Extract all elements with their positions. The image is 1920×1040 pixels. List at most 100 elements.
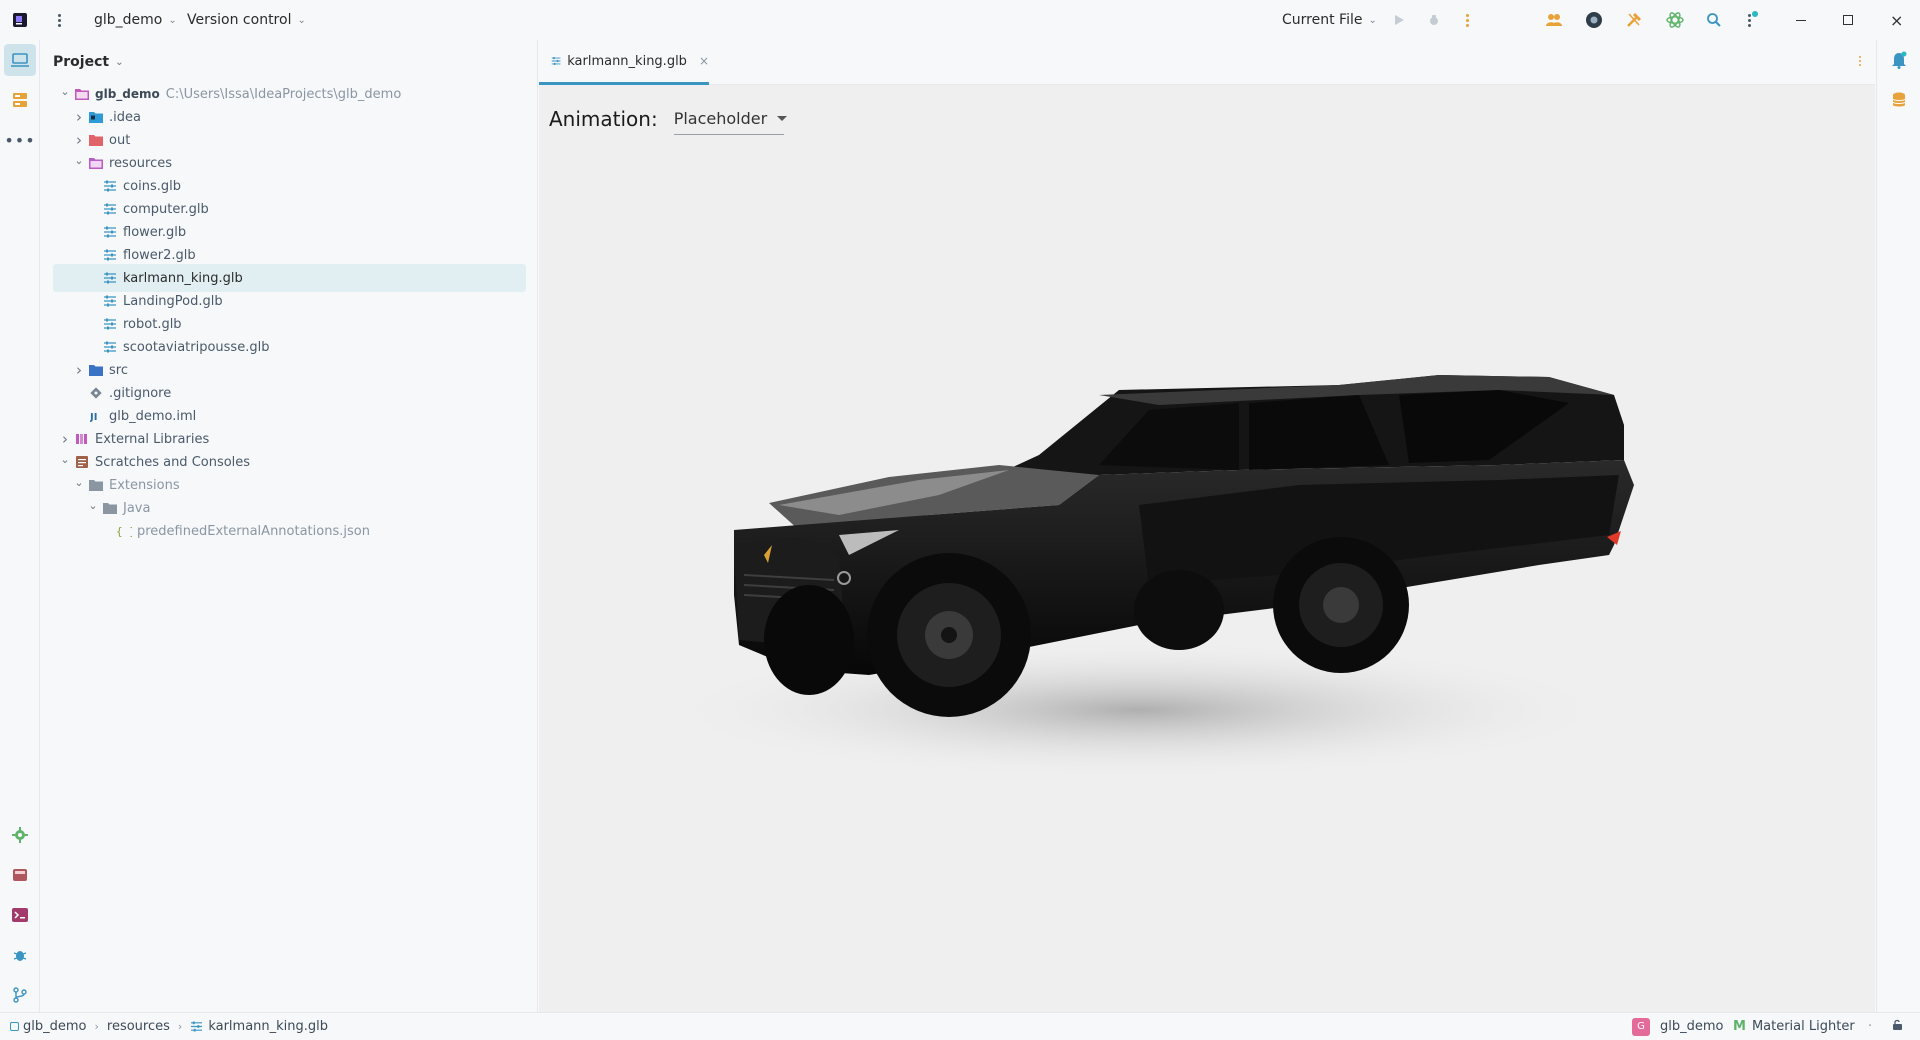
minimize-icon bbox=[1796, 19, 1806, 21]
tree-item-label: glb_demo.iml bbox=[109, 408, 197, 424]
breadcrumb-item[interactable]: karlmann_king.glb bbox=[208, 1019, 328, 1034]
run-config-label: Current File bbox=[1282, 12, 1363, 28]
project-panel: Project ⌄ ⌄ glb_demo C:\Users\Issa\IdeaPro… bbox=[41, 40, 538, 1012]
kebab-menu-icon bbox=[1466, 13, 1469, 27]
minimize-button[interactable] bbox=[1796, 0, 1806, 40]
breadcrumb-item[interactable]: glb_demo bbox=[23, 1019, 86, 1034]
breadcrumb: glb_demo › resources › karlmann_king.glb bbox=[10, 1019, 328, 1034]
chevron-down-icon[interactable]: ⌄ bbox=[57, 85, 73, 98]
project-tool-button[interactable] bbox=[4, 44, 36, 76]
gitignore-file-icon bbox=[87, 386, 105, 400]
tree-item-label: flower.glb bbox=[123, 224, 187, 240]
glb-file-icon bbox=[101, 294, 119, 308]
run-config-selector[interactable]: Current File ⌄ bbox=[1282, 0, 1377, 40]
theme-widget[interactable]: M Material Lighter bbox=[1733, 1019, 1855, 1034]
tree-item-label: robot.glb bbox=[123, 316, 182, 332]
status-bar: glb_demo › resources › karlmann_king.glb… bbox=[0, 1012, 1920, 1040]
build-output-tool-button[interactable] bbox=[4, 859, 36, 891]
resources-folder-icon bbox=[87, 156, 105, 170]
chevron-down-icon[interactable]: ⌄ bbox=[71, 154, 87, 167]
debug-icon bbox=[1430, 15, 1438, 25]
chevron-right-icon: › bbox=[94, 1020, 99, 1033]
material-theme-icon: M bbox=[1733, 1019, 1746, 1034]
readonly-toggle[interactable] bbox=[1892, 1019, 1904, 1035]
run-button[interactable] bbox=[1393, 0, 1405, 40]
ai-assistant-button[interactable] bbox=[1665, 0, 1685, 40]
status-project-widget[interactable]: G glb_demo bbox=[1632, 1017, 1724, 1036]
glb-file-icon bbox=[101, 179, 119, 193]
restore-button[interactable] bbox=[1843, 0, 1853, 40]
record-button[interactable] bbox=[1585, 0, 1603, 40]
folder-icon bbox=[101, 501, 119, 515]
project-panel-title: Project bbox=[53, 54, 110, 70]
build-tools-button[interactable] bbox=[1625, 0, 1643, 40]
vcs-label: Version control bbox=[187, 12, 292, 28]
tree-item[interactable]: { } predefinedExternalAnnotations.json bbox=[53, 517, 526, 545]
search-everywhere-button[interactable] bbox=[1706, 0, 1722, 40]
ide-menu-button[interactable] bbox=[1748, 0, 1758, 40]
chevron-right-icon[interactable]: › bbox=[57, 430, 73, 448]
bell-icon bbox=[1892, 51, 1907, 69]
tree-item-label: scootaviatripousse.glb bbox=[123, 339, 270, 355]
main-menu-button[interactable] bbox=[58, 0, 61, 40]
breadcrumb-item[interactable]: resources bbox=[107, 1019, 170, 1034]
database-tool-button[interactable] bbox=[1883, 84, 1915, 116]
chevron-down-icon: ⌄ bbox=[1368, 14, 1377, 26]
project-panel-header[interactable]: Project ⌄ bbox=[41, 40, 537, 84]
lock-open-icon bbox=[1893, 1019, 1902, 1030]
chevron-right-icon[interactable]: › bbox=[71, 131, 87, 149]
search-icon bbox=[1707, 13, 1721, 27]
glb-file-icon bbox=[191, 1021, 203, 1032]
kebab-menu-icon bbox=[1748, 13, 1751, 27]
chevron-down-icon[interactable]: ⌄ bbox=[85, 499, 101, 512]
kebab-menu-icon bbox=[1859, 56, 1861, 66]
iml-file-icon: JI bbox=[87, 409, 105, 423]
git-tool-button[interactable] bbox=[4, 979, 36, 1011]
update-badge-icon bbox=[1752, 11, 1758, 17]
services-tool-button[interactable] bbox=[4, 819, 36, 851]
svg-text:JI: JI bbox=[90, 412, 97, 422]
chevron-right-icon[interactable]: › bbox=[71, 361, 87, 379]
tab-options-button[interactable] bbox=[1859, 56, 1861, 66]
more-tools-button[interactable]: ••• bbox=[4, 124, 36, 156]
glb-model-viewer[interactable]: Animation: Placeholder bbox=[539, 85, 1875, 1012]
problems-tool-button[interactable] bbox=[4, 939, 36, 971]
tree-item-label: Extensions bbox=[109, 477, 180, 493]
glb-file-icon bbox=[101, 225, 119, 239]
right-tool-strip bbox=[1876, 40, 1920, 1012]
glb-file-icon bbox=[101, 271, 119, 285]
structure-icon bbox=[13, 93, 27, 107]
chevron-down-icon[interactable]: ⌄ bbox=[71, 476, 87, 489]
module-icon bbox=[10, 1022, 19, 1031]
suv-3d-model[interactable] bbox=[539, 85, 1875, 1012]
notifications-button[interactable] bbox=[1883, 44, 1915, 76]
chevron-down-icon[interactable]: ⌄ bbox=[57, 453, 73, 466]
project-switcher[interactable]: glb_demo ⌄ bbox=[94, 0, 177, 40]
structure-tool-button[interactable] bbox=[4, 84, 36, 116]
app-logo-icon[interactable] bbox=[12, 0, 28, 40]
tree-item-label: .idea bbox=[109, 109, 141, 125]
chevron-down-icon: ⌄ bbox=[168, 14, 177, 26]
tree-item-label: coins.glb bbox=[123, 178, 181, 194]
glb-file-icon bbox=[101, 248, 119, 262]
tree-item-label: karlmann_king.glb bbox=[123, 270, 243, 286]
code-with-me-button[interactable] bbox=[1545, 0, 1563, 40]
tree-item-path: C:\Users\Issa\IdeaProjects\glb_demo bbox=[165, 86, 402, 102]
close-tab-icon[interactable]: × bbox=[699, 54, 709, 68]
vcs-menu[interactable]: Version control ⌄ bbox=[187, 0, 306, 40]
more-run-actions-button[interactable] bbox=[1466, 0, 1469, 40]
glb-file-icon bbox=[101, 202, 119, 216]
build-icon bbox=[13, 869, 27, 881]
debug-button[interactable] bbox=[1427, 0, 1441, 40]
more-horizontal-icon: ••• bbox=[4, 130, 36, 150]
terminal-tool-button[interactable] bbox=[4, 899, 36, 931]
tree-item-label: glb_demo bbox=[95, 87, 160, 101]
close-button[interactable]: × bbox=[1890, 0, 1903, 40]
status-project-name: glb_demo bbox=[1660, 1019, 1724, 1034]
chevron-right-icon[interactable]: › bbox=[71, 108, 87, 126]
chevron-down-icon: ⌄ bbox=[115, 56, 124, 68]
editor-tab-bar: karlmann_king.glb × bbox=[539, 40, 1875, 85]
glb-file-icon bbox=[551, 56, 561, 66]
editor-tab-karlmann-king[interactable]: karlmann_king.glb × bbox=[539, 40, 709, 85]
tree-item-label: out bbox=[109, 132, 131, 148]
